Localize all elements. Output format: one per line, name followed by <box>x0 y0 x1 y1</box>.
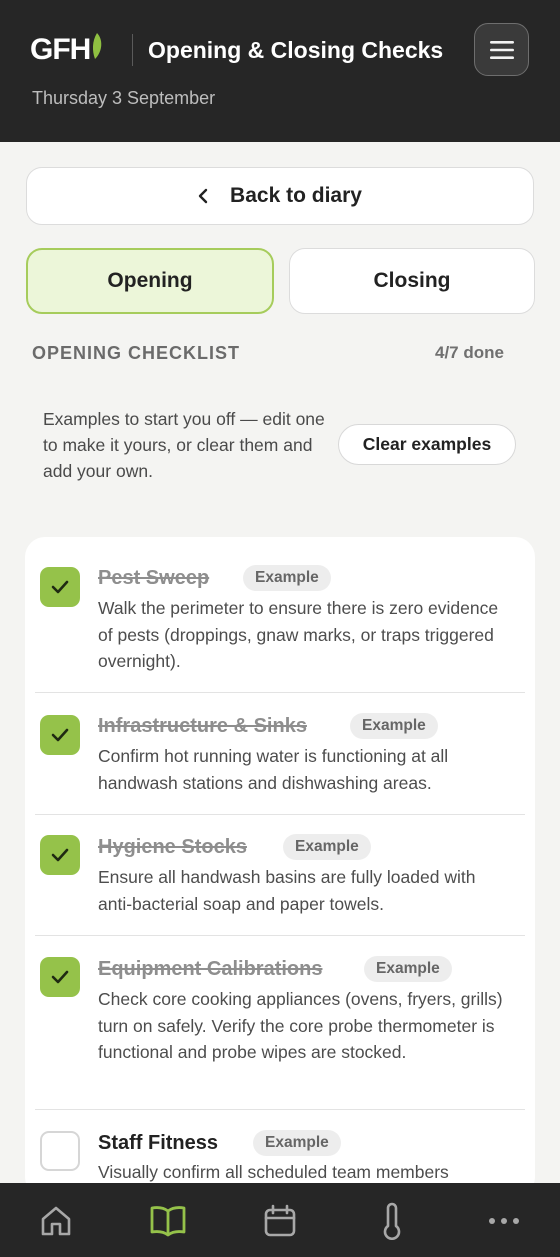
checkbox-staff-fitness[interactable] <box>40 1131 80 1171</box>
tab-closing[interactable]: Closing <box>289 248 535 314</box>
example-badge: Example <box>350 713 438 739</box>
book-icon <box>150 1206 186 1237</box>
page-title: Opening & Closing Checks <box>148 37 444 63</box>
checkbox-pest-sweep[interactable] <box>40 567 80 607</box>
back-to-diary-label: Back to diary <box>230 184 362 207</box>
clear-examples-button[interactable]: Clear examples <box>338 424 516 465</box>
example-badge: Example <box>253 1130 341 1156</box>
example-badge: Example <box>243 565 331 591</box>
nav-home[interactable] <box>36 1201 76 1241</box>
hamburger-icon <box>489 40 514 59</box>
example-badge: Example <box>283 834 371 860</box>
checklist-card: Pest Sweep Example Walk the perimeter to… <box>25 537 535 1197</box>
nav-calendar[interactable] <box>260 1201 300 1241</box>
examples-note: Examples to start you off — edit one to … <box>43 409 325 481</box>
thermometer-icon <box>383 1202 401 1240</box>
clear-examples-label: Clear examples <box>362 434 492 454</box>
more-icon <box>489 1218 519 1224</box>
item-description: Confirm hot running water is functioning… <box>98 746 449 793</box>
item-divider <box>35 692 525 693</box>
calendar-icon <box>264 1204 296 1237</box>
check-icon <box>51 728 69 742</box>
item-description: Visually confirm all scheduled team memb… <box>98 1162 449 1182</box>
chevron-left-icon <box>198 188 208 204</box>
header-divider <box>132 34 133 66</box>
item-divider <box>35 814 525 815</box>
logo-text: GFH <box>30 33 91 66</box>
item-description: Ensure all handwash basins are fully loa… <box>98 867 476 914</box>
item-description: Walk the perimeter to ensure there is ze… <box>98 598 499 671</box>
check-icon <box>51 580 69 594</box>
item-title[interactable]: Pest Sweep <box>98 567 209 590</box>
item-title[interactable]: Equipment Calibrations <box>98 958 322 981</box>
check-icon <box>51 970 69 984</box>
back-to-diary-button[interactable]: Back to diary <box>26 167 534 225</box>
checkbox-infrastructure-sinks[interactable] <box>40 715 80 755</box>
item-divider <box>35 935 525 936</box>
item-divider <box>35 1109 525 1110</box>
tab-opening-label: Opening <box>107 269 193 292</box>
checkbox-hygiene-stocks[interactable] <box>40 835 80 875</box>
item-title[interactable]: Staff Fitness <box>98 1132 218 1155</box>
example-badge: Example <box>364 956 452 982</box>
bottom-nav <box>0 1183 560 1257</box>
checklist-heading: OPENING CHECKLIST <box>32 343 241 363</box>
tab-opening[interactable]: Opening <box>26 248 274 314</box>
item-description: Check core cooking appliances (ovens, fr… <box>98 989 503 1062</box>
nav-temperature[interactable] <box>372 1201 412 1241</box>
nav-diary[interactable] <box>148 1201 188 1241</box>
tab-closing-label: Closing <box>373 269 451 292</box>
leaf-icon <box>91 31 103 66</box>
checklist-progress: 4/7 done <box>435 343 504 362</box>
header-date: Thursday 3 September <box>32 88 216 108</box>
home-icon <box>41 1206 71 1236</box>
check-icon <box>51 848 69 862</box>
menu-button[interactable] <box>474 23 529 76</box>
item-title[interactable]: Hygiene Stocks <box>98 836 247 859</box>
nav-more[interactable] <box>484 1201 524 1241</box>
checkbox-equipment-calibrations[interactable] <box>40 957 80 997</box>
item-title[interactable]: Infrastructure & Sinks <box>98 715 307 738</box>
app-header: GFH Opening & Closing Checks Thursday 3 … <box>0 0 560 142</box>
gfh-logo: GFH <box>30 31 103 67</box>
